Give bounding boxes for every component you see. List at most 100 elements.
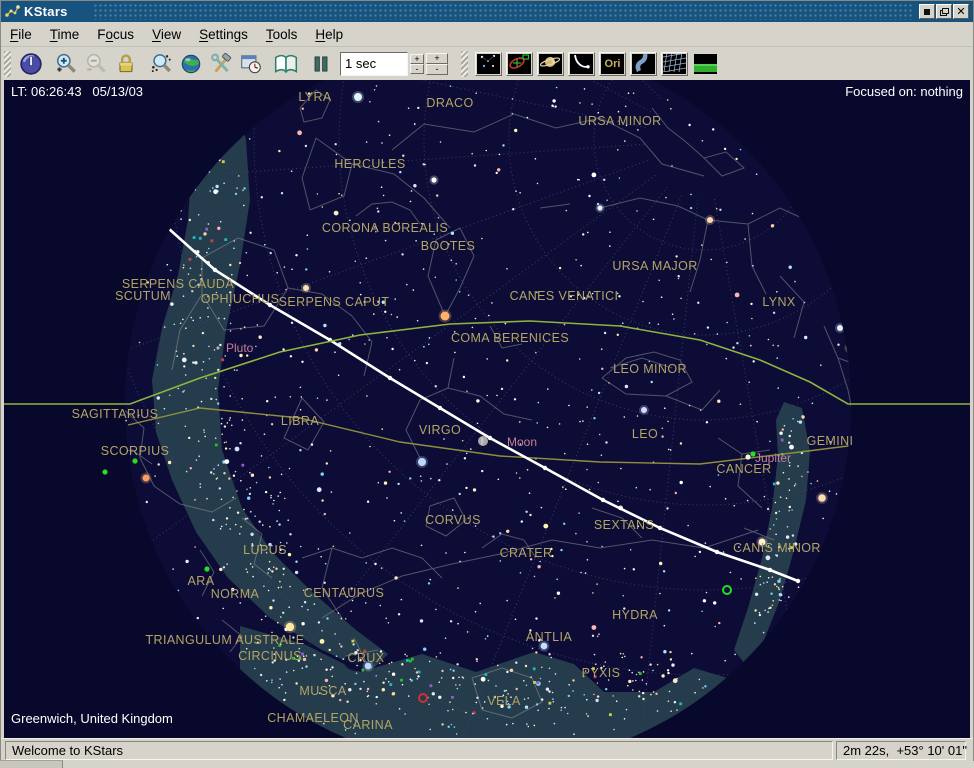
zoom-out-icon xyxy=(84,52,108,76)
constellation-label-coma-berenices: COMA BERENICES xyxy=(451,331,569,345)
geographic-location-button[interactable] xyxy=(177,50,205,78)
constellation-label-musca: MUSCA xyxy=(299,684,346,698)
menu-settings[interactable]: Settings xyxy=(190,24,257,45)
grid-icon xyxy=(663,54,686,74)
menu-help[interactable]: Help xyxy=(306,24,352,45)
constellation-label-lupus: LUPUS xyxy=(243,543,287,557)
focus-readout: Focused on: nothing xyxy=(845,84,963,99)
planet-jupiter[interactable] xyxy=(745,454,750,459)
constellation-label-lyra: LYRA xyxy=(298,90,331,104)
timestep-step-up-button[interactable]: + xyxy=(426,53,448,64)
toolbar-drag-handle[interactable] xyxy=(4,51,11,77)
configure-tools-button[interactable] xyxy=(207,50,235,78)
view-toolbar-drag-handle[interactable] xyxy=(461,51,468,77)
find-icon xyxy=(149,52,173,76)
constellation-label-sextans: SEXTANS xyxy=(594,518,654,532)
show-deepsky-button[interactable] xyxy=(506,52,533,76)
constellation-label-vela: VELA xyxy=(487,694,521,708)
constellation-label-sagittarius: SAGITTARIUS xyxy=(72,407,159,421)
constellation-label-canes-venatici: CANES VENATICI xyxy=(510,289,619,303)
milkyway-icon xyxy=(632,54,655,74)
constellation-label-ursa-minor: URSA MINOR xyxy=(578,114,661,128)
constellation-label-crux: CRUX xyxy=(347,651,384,665)
deep-sky-object-marker[interactable] xyxy=(204,566,209,571)
zoom-in-icon xyxy=(54,52,78,76)
timestep-control: + - + - xyxy=(340,52,448,76)
stars-icon xyxy=(477,54,500,74)
set-time-icon xyxy=(239,52,263,76)
timestep-step-down-button[interactable]: - xyxy=(426,64,448,75)
planet-label-moon[interactable]: Moon xyxy=(507,435,537,449)
window-bottom-border xyxy=(0,761,974,768)
constellation-label-pyxis: PYXIS xyxy=(582,666,621,680)
show-horizon-button[interactable] xyxy=(692,52,719,76)
constellation-label-leo-minor: LEO MINOR xyxy=(613,362,687,376)
constellation-label-corvus: CORVUS xyxy=(425,513,481,527)
timestep-step-spinner: + - xyxy=(426,53,448,75)
constellation-label-scutum: SCUTUM xyxy=(115,289,171,303)
zoom-in-button[interactable] xyxy=(52,50,80,78)
deep-sky-object-marker[interactable] xyxy=(132,458,137,463)
window-controls: ✕ xyxy=(919,4,969,19)
track-object-button[interactable] xyxy=(112,50,140,78)
set-time-button[interactable] xyxy=(237,50,265,78)
planet-label-jupiter[interactable]: Jupiter xyxy=(755,451,791,465)
show-stars-button[interactable] xyxy=(475,52,502,76)
constellation-label-canis-minor: CANIS MINOR xyxy=(733,541,821,555)
location-readout: Greenwich, United Kingdom xyxy=(11,711,173,726)
close-button[interactable]: ✕ xyxy=(953,4,969,19)
title-bar[interactable]: KStars ✕ xyxy=(1,1,973,22)
handbook-icon xyxy=(273,52,299,76)
find-object-button[interactable] xyxy=(147,50,175,78)
timestep-unit-up-button[interactable]: + xyxy=(410,54,424,64)
menu-bar: FileTimeFocusViewSettingsToolsHelp xyxy=(1,22,973,47)
constellation-label-ara: ARA xyxy=(188,574,215,588)
constellation-label-carina: CARINA xyxy=(343,718,393,732)
maximize-button[interactable] xyxy=(936,4,952,19)
planet-label-pluto[interactable]: Pluto xyxy=(226,341,253,355)
timestep-input[interactable] xyxy=(340,52,408,76)
constellation-label-lynx: LYNX xyxy=(762,295,795,309)
constellation-names-icon: Ori xyxy=(605,58,621,70)
menu-file[interactable]: File xyxy=(1,24,41,45)
deep-sky-object-marker[interactable] xyxy=(102,469,107,474)
constellation-label-gemini: GEMINI xyxy=(807,434,854,448)
constellation-label-ophiuchus: OPHIUCHUS xyxy=(201,292,280,306)
sky-map[interactable]: LT: 06:26:43 05/13/03 Focused on: nothin… xyxy=(4,80,970,738)
pause-icon xyxy=(309,52,333,76)
menu-focus[interactable]: Focus xyxy=(88,24,143,45)
show-grid-button[interactable] xyxy=(661,52,688,76)
constellation-label-libra: LIBRA xyxy=(281,414,319,428)
show-milkyway-button[interactable] xyxy=(630,52,657,76)
status-message: Welcome to KStars xyxy=(5,741,833,760)
constellation-label-antlia: ANTLIA xyxy=(526,630,572,644)
local-time-readout: LT: 06:26:43 05/13/03 xyxy=(11,84,143,99)
show-planets-button[interactable] xyxy=(537,52,564,76)
globe-icon xyxy=(179,52,203,76)
show-comets-button[interactable] xyxy=(568,52,595,76)
kstars-window: KStars ✕ FileTimeFocusViewSettingsToolsH… xyxy=(0,0,974,768)
window-resize-grip[interactable] xyxy=(0,760,63,768)
constellation-label-circinus: CIRCINUS xyxy=(238,649,302,663)
planets-icon xyxy=(539,54,562,74)
stop-clock-button[interactable] xyxy=(307,50,335,78)
zoom-out-button[interactable] xyxy=(82,50,110,78)
comet-icon xyxy=(570,54,593,74)
constellation-label-norma: NORMA xyxy=(211,587,260,601)
tools-icon xyxy=(209,52,233,76)
timestep-unit-down-button[interactable]: - xyxy=(410,64,424,74)
quit-button[interactable] xyxy=(17,50,45,78)
constellation-label-centaurus: CENTAURUS xyxy=(304,586,384,600)
planet-pluto[interactable] xyxy=(216,346,219,349)
titlebar-texture xyxy=(93,3,913,20)
handbook-button[interactable] xyxy=(272,50,300,78)
lock-icon xyxy=(114,52,138,76)
menu-tools[interactable]: Tools xyxy=(257,24,307,45)
menu-time[interactable]: Time xyxy=(41,24,89,45)
constellation-label-draco: DRACO xyxy=(426,96,473,110)
horizon-icon xyxy=(694,54,717,74)
minimize-button[interactable] xyxy=(919,4,935,19)
menu-view[interactable]: View xyxy=(143,24,190,45)
show-constellation-names-button[interactable]: Ori xyxy=(599,52,626,76)
constellation-label-triangulum-australe: TRIANGULUM AUSTRALE xyxy=(145,633,304,647)
